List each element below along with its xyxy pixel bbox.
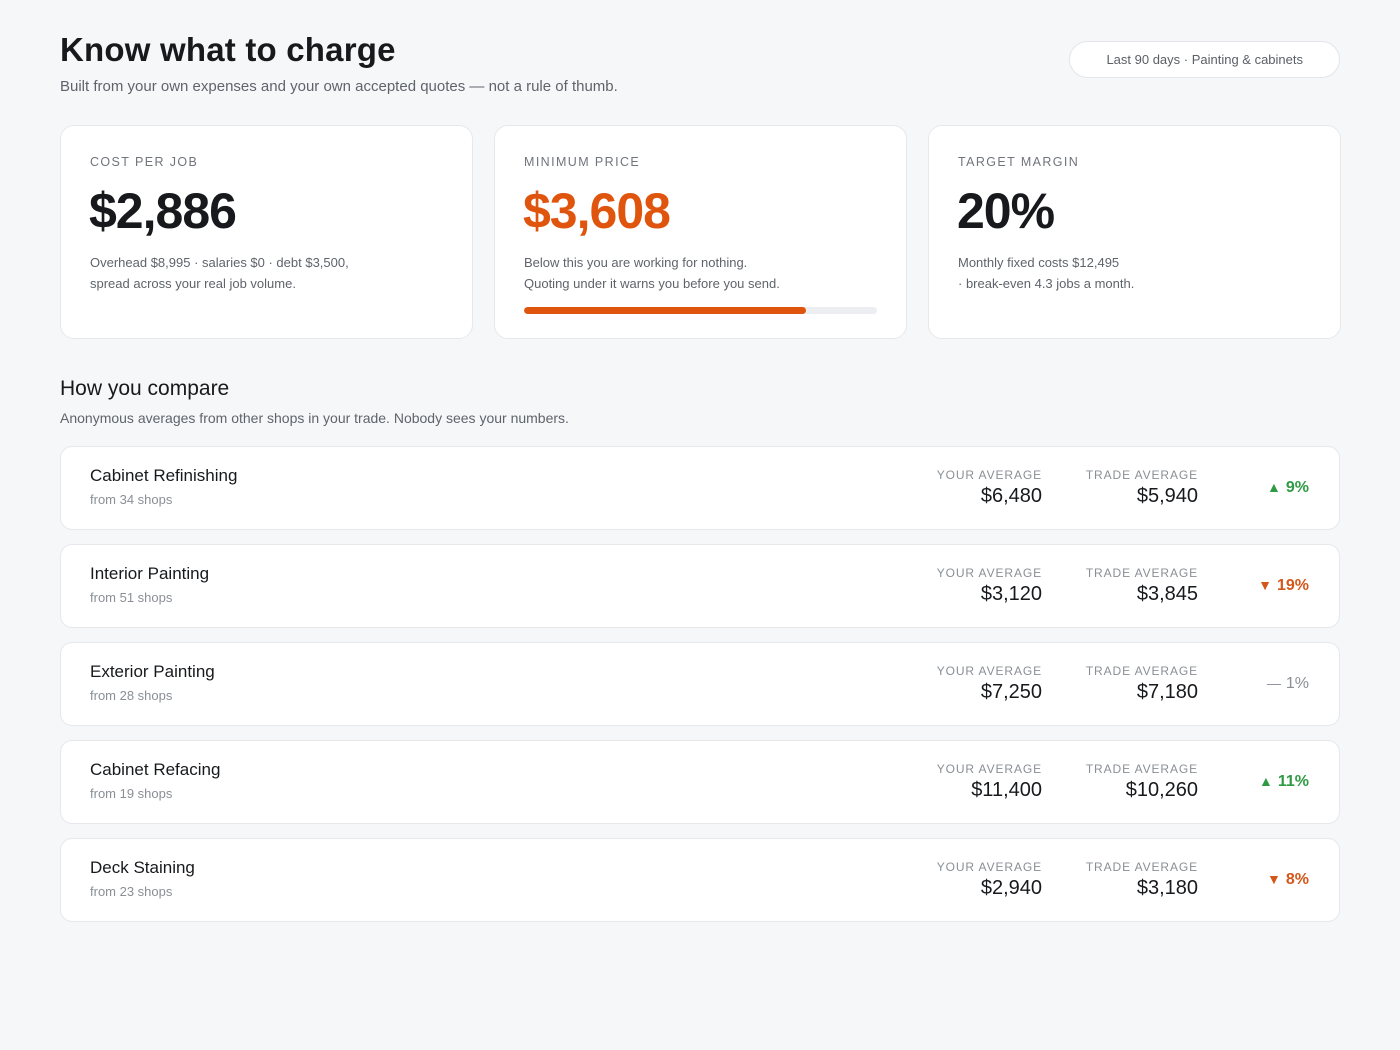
delta-value: 1% <box>1285 675 1309 692</box>
stat-value: $10,260 <box>1125 779 1198 801</box>
kpi-value: $3,608 <box>523 183 671 239</box>
shop-count: from 51 shops <box>90 590 173 605</box>
comparison-list: Cabinet Refinishing from 34 shops YOUR A… <box>60 446 1340 936</box>
trade-average: TRADE AVERAGE $7,180 <box>1086 664 1198 704</box>
stat-value: $3,120 <box>980 583 1042 605</box>
stat-value: $2,940 <box>980 877 1042 899</box>
triangle-up-icon: ▲ <box>1259 773 1273 789</box>
comparison-row[interactable]: Exterior Painting from 28 shops YOUR AVE… <box>60 642 1340 726</box>
kpi-note-line: · break-even 4.3 jobs a month. <box>958 276 1135 291</box>
delta-value: 8% <box>1285 871 1309 888</box>
trade-average: TRADE AVERAGE $3,180 <box>1086 860 1198 900</box>
comparison-row[interactable]: Cabinet Refinishing from 34 shops YOUR A… <box>60 446 1340 530</box>
shop-count: from 34 shops <box>90 492 173 507</box>
triangle-up-icon: ▲ <box>1267 479 1281 495</box>
comparison-row[interactable]: Interior Painting from 51 shops YOUR AVE… <box>60 544 1340 628</box>
service-name: Cabinet Refacing <box>90 760 221 779</box>
service-name: Interior Painting <box>90 564 210 583</box>
stat-value: $11,400 <box>971 779 1042 801</box>
trade-average: TRADE AVERAGE $3,845 <box>1086 566 1198 606</box>
kpi-note-line: Monthly fixed costs $12,495 <box>958 255 1120 270</box>
page-title: Know what to charge <box>60 31 396 68</box>
stat-label: TRADE AVERAGE <box>1085 860 1198 874</box>
stat-label: TRADE AVERAGE <box>1085 468 1198 482</box>
shop-count: from 28 shops <box>90 688 173 703</box>
kpi-note-line: Overhead $8,995 · salaries $0 · debt $3,… <box>90 255 349 270</box>
section-title: How you compare <box>60 377 230 400</box>
delta-value: 9% <box>1285 479 1309 496</box>
stat-label: TRADE AVERAGE <box>1085 566 1198 580</box>
kpi-note: Below this you are working for nothing. … <box>524 252 884 294</box>
kpi-label: MINIMUM PRICE <box>524 155 641 169</box>
service-name: Cabinet Refinishing <box>90 466 238 485</box>
kpi-note-line: Below this you are working for nothing. <box>524 255 748 270</box>
stat-value: $6,480 <box>980 485 1042 507</box>
stat-value: $5,940 <box>1136 485 1198 507</box>
your-average: YOUR AVERAGE $3,120 <box>937 566 1042 606</box>
comparison-row[interactable]: Deck Staining from 23 shops YOUR AVERAGE… <box>60 838 1340 922</box>
stat-value: $7,250 <box>980 681 1042 703</box>
service-name: Deck Staining <box>90 858 195 877</box>
stat-label: TRADE AVERAGE <box>1085 664 1198 678</box>
stat-value: $7,180 <box>1136 681 1198 703</box>
section-subtitle: Anonymous averages from other shops in y… <box>60 410 569 426</box>
shop-count: from 19 shops <box>90 786 173 801</box>
kpi-card-target-margin: TARGET MARGIN 20% Monthly fixed costs $1… <box>928 125 1341 339</box>
delta-badge: —1% <box>1267 675 1309 693</box>
delta-badge: ▲ 11% <box>1259 773 1309 791</box>
dash-icon: — <box>1266 675 1281 691</box>
stat-value: $3,845 <box>1136 583 1198 605</box>
delta-badge: ▼ 19% <box>1258 577 1309 595</box>
delta-badge: ▼ 8% <box>1267 871 1309 889</box>
stat-label: YOUR AVERAGE <box>936 566 1042 580</box>
stat-label: YOUR AVERAGE <box>936 664 1042 678</box>
kpi-label: TARGET MARGIN <box>958 155 1080 169</box>
your-average: YOUR AVERAGE $2,940 <box>937 860 1042 900</box>
your-average: YOUR AVERAGE $11,400 <box>937 762 1042 802</box>
triangle-down-icon: ▼ <box>1267 871 1281 887</box>
kpi-value: $2,886 <box>89 183 237 239</box>
triangle-down-icon: ▼ <box>1258 577 1272 593</box>
kpi-card-minimum-price: MINIMUM PRICE $3,608 Below this you are … <box>494 125 907 339</box>
kpi-row: COST PER JOB $2,886 Overhead $8,995 · sa… <box>60 125 1341 339</box>
trade-average: TRADE AVERAGE $5,940 <box>1086 468 1198 508</box>
kpi-value: 20% <box>957 183 1055 239</box>
minimum-price-progress <box>524 307 877 314</box>
kpi-note-line: spread across your real job volume. <box>90 276 296 291</box>
kpi-note: Monthly fixed costs $12,495 · break-even… <box>958 252 1318 294</box>
service-name: Exterior Painting <box>90 662 215 681</box>
pricing-page: Know what to charge Built from your own … <box>60 0 1341 922</box>
stat-value: $3,180 <box>1136 877 1198 899</box>
stat-label: YOUR AVERAGE <box>936 762 1042 776</box>
kpi-label: COST PER JOB <box>90 155 199 169</box>
kpi-note: Overhead $8,995 · salaries $0 · debt $3,… <box>90 252 450 294</box>
stat-label: TRADE AVERAGE <box>1085 762 1198 776</box>
page-header: Know what to charge Built from your own … <box>60 0 1340 125</box>
delta-value: 11% <box>1277 773 1309 790</box>
delta-badge: ▲ 9% <box>1267 479 1309 497</box>
shop-count: from 23 shops <box>90 884 173 899</box>
delta-value: 19% <box>1276 577 1309 594</box>
stat-label: YOUR AVERAGE <box>936 468 1042 482</box>
progress-fill <box>524 307 807 314</box>
date-range-filter[interactable]: Last 90 days · Painting & cabinets <box>1069 41 1340 78</box>
stat-label: YOUR AVERAGE <box>936 860 1042 874</box>
page-subtitle: Built from your own expenses and your ow… <box>60 78 618 95</box>
kpi-note-line: Quoting under it warns you before you se… <box>524 276 780 291</box>
trade-average: TRADE AVERAGE $10,260 <box>1086 762 1198 802</box>
your-average: YOUR AVERAGE $6,480 <box>937 468 1042 508</box>
comparison-row[interactable]: Cabinet Refacing from 19 shops YOUR AVER… <box>60 740 1340 824</box>
your-average: YOUR AVERAGE $7,250 <box>937 664 1042 704</box>
kpi-card-cost-per-job: COST PER JOB $2,886 Overhead $8,995 · sa… <box>60 125 473 339</box>
